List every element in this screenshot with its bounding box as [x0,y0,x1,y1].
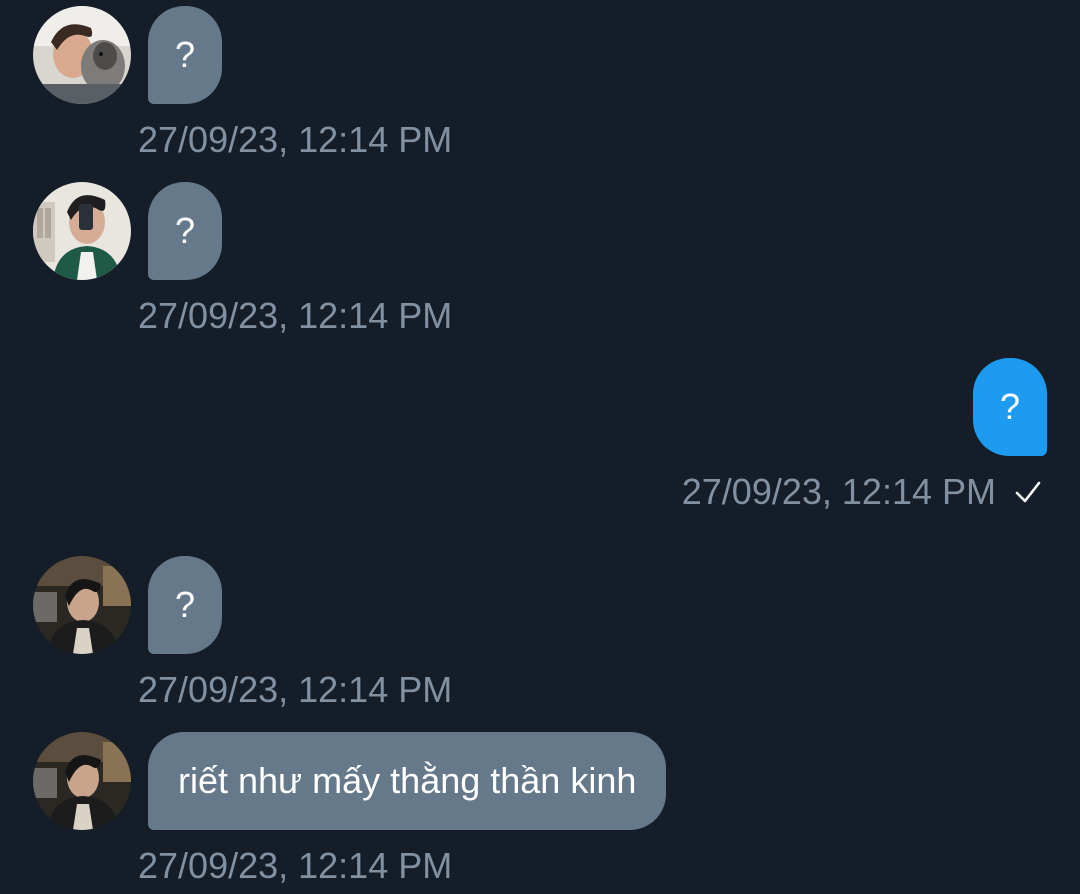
message-text: ? [174,210,196,251]
message-bubble[interactable]: ? [973,358,1047,456]
message-text: ? [174,584,196,625]
message-timestamp: 27/09/23, 12:14 PM [138,845,453,886]
message-timestamp: 27/09/23, 12:14 PM [138,295,453,336]
message-timestamp-row: 27/09/23, 12:14 PM [682,470,1042,514]
check-icon [1014,478,1042,506]
avatar-image [33,556,131,654]
avatar-image [33,6,131,104]
message-timestamp: 27/09/23, 12:14 PM [138,669,453,710]
message-bubble[interactable]: ? [148,182,222,280]
message-bubble[interactable]: ? [148,6,222,104]
message-text: riết như mấy thằng thần kinh [178,760,637,801]
message-bubble[interactable]: ? [148,556,222,654]
message-text: ? [174,34,196,75]
avatar-man-with-dog[interactable] [33,6,131,104]
avatar-street-photo[interactable] [33,556,131,654]
avatar-mirror-selfie[interactable] [33,182,131,280]
message-bubble[interactable]: riết như mấy thằng thần kinh [148,732,667,830]
message-timestamp: 27/09/23, 12:14 PM [138,119,453,160]
message-text: ? [999,386,1021,427]
chat-thread: ? 27/09/23, 12:14 PM ? 27/09/23, 12:14 P… [0,0,1080,894]
avatar-street-photo[interactable] [33,732,131,830]
avatar-image [33,182,131,280]
message-timestamp: 27/09/23, 12:14 PM [681,471,996,512]
avatar-image [33,732,131,830]
